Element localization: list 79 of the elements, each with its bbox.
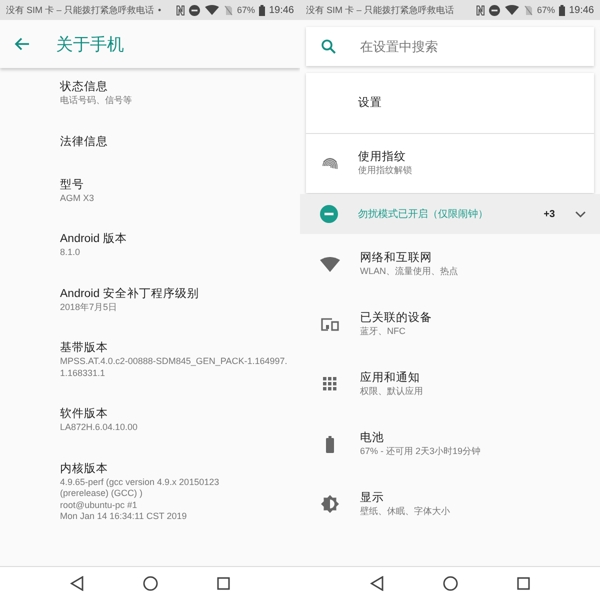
devices-icon [320, 318, 340, 330]
recents-icon[interactable] [517, 577, 530, 590]
settings-item[interactable]: 状态信息 电话号码、信号等 [0, 68, 300, 120]
item-title: Android 安全补丁程序级别 [60, 286, 200, 302]
status-text: 没有 SIM 卡 – 只能拨打紧急呼救电话 [306, 4, 454, 16]
battery-percent: 67% [236, 5, 255, 15]
category-title: 网络和互联网 [360, 250, 433, 266]
notification-dot: • [158, 5, 162, 15]
no-sim-icon [224, 4, 233, 16]
wifi-icon [320, 256, 340, 272]
status-time: 19:46 [268, 4, 294, 16]
apps-icon [323, 377, 337, 391]
item-subtitle: MPSS.AT.4.0.c2-00888-SDM845_GEN_PACK-1.164997.1.168331.1 [60, 356, 288, 379]
item-subtitle: 4.9.65-perf (gcc version 4.9.x 20150123 (prerelease) (GCC) ) root@ubuntu-pc #1 Mon Jan 14 16:34:11 CST 2019 [60, 476, 220, 522]
settings-category[interactable]: 电池 67% - 还可用 2天3小时19分钟 [300, 414, 600, 474]
condition-bar[interactable]: 勿扰模式已开启（仅限闹钟） +3 [300, 194, 600, 234]
brightness-icon [321, 495, 339, 513]
settings-item[interactable]: 型号 AGM X3 [0, 164, 300, 218]
back-icon[interactable] [370, 576, 384, 591]
wifi-icon [204, 4, 220, 16]
condition-count: +3 [544, 208, 555, 220]
item-subtitle: 2018年7月5日 [60, 302, 118, 313]
item-title: 内核版本 [60, 462, 109, 476]
settings-item[interactable]: 基带版本 MPSS.AT.4.0.c2-00888-SDM845_GEN_PACK-1.164997.1.168331.1 [0, 327, 300, 393]
item-title: Android 版本 [60, 232, 128, 247]
no-sim-icon [524, 4, 533, 16]
item-title: 软件版本 [60, 407, 109, 422]
search-field[interactable]: 在设置中搜索 [306, 27, 594, 66]
item-title: 型号 [60, 178, 85, 192]
status-time: 19:46 [568, 4, 594, 16]
condition-text: 勿扰模式已开启（仅限闹钟） [358, 208, 489, 221]
settings-category[interactable]: 已关联的设备 蓝牙、NFC [300, 294, 600, 354]
category-subtitle: WLAN、流量使用、热点 [360, 266, 458, 278]
item-subtitle: LA872H.6.04.10.00 [60, 422, 139, 434]
category-subtitle: 蓝牙、NFC [360, 326, 406, 338]
do-not-disturb-icon [488, 4, 500, 16]
category-title: 应用和通知 [360, 370, 421, 386]
item-title: 状态信息 [60, 80, 109, 95]
category-subtitle: 权限、默认应用 [360, 386, 423, 398]
page-title: 关于手机 [56, 34, 124, 56]
battery-icon [258, 4, 265, 16]
settings-item[interactable]: 内核版本 4.9.65-perf (gcc version 4.9.x 20150123 (prerelease) (GCC) ) root@ubuntu-pc #1 Mon Jan 14 16:34:11 CST 2019 [0, 448, 300, 536]
suggestion-title[interactable]: 设置 [358, 96, 382, 110]
home-icon[interactable] [142, 576, 158, 591]
battery-icon [326, 436, 334, 452]
settings-category[interactable]: 显示 壁纸、休眠、字体大小 [300, 474, 600, 534]
home-icon[interactable] [442, 576, 458, 591]
item-subtitle: 电话号码、信号等 [60, 95, 133, 106]
item-subtitle: AGM X3 [60, 192, 96, 204]
search-icon [321, 39, 336, 54]
back-arrow-icon[interactable] [14, 37, 30, 51]
search-input[interactable]: 在设置中搜索 [358, 38, 558, 55]
nfc-icon [176, 4, 185, 16]
settings-item[interactable]: Android 版本 8.1.0 [0, 218, 300, 272]
settings-item[interactable]: 软件版本 LA872H.6.04.10.00 [0, 393, 300, 448]
recents-icon[interactable] [217, 577, 230, 590]
category-subtitle: 67% - 还可用 2天3小时19分钟 [360, 446, 481, 458]
do-not-disturb-icon [320, 205, 338, 223]
wifi-icon [504, 4, 520, 16]
item-title: 基带版本 [60, 341, 109, 356]
do-not-disturb-icon [188, 4, 200, 16]
suggestion-title[interactable]: 使用指纹 [358, 150, 412, 166]
category-title: 显示 [360, 490, 385, 506]
category-title: 电池 [360, 430, 385, 446]
settings-category[interactable]: 网络和互联网 WLAN、流量使用、热点 [300, 234, 600, 294]
settings-item[interactable]: 法律信息 [0, 120, 300, 164]
suggestion-subtitle: 使用指纹解锁 [358, 165, 412, 177]
settings-category[interactable]: 应用和通知 权限、默认应用 [300, 354, 600, 414]
chevron-down-icon[interactable] [575, 210, 586, 218]
battery-percent: 67% [536, 5, 555, 15]
item-subtitle: 8.1.0 [60, 247, 82, 258]
back-icon[interactable] [70, 576, 84, 591]
nfc-icon [476, 4, 485, 16]
settings-item[interactable]: Android 安全补丁程序级别 2018年7月5日 [0, 272, 300, 327]
category-title: 已关联的设备 [360, 310, 432, 326]
status-text: 没有 SIM 卡 – 只能拨打紧急呼救电话 [6, 4, 154, 16]
category-subtitle: 壁纸、休眠、字体大小 [360, 506, 450, 518]
item-title: 法律信息 [60, 134, 109, 150]
battery-icon [558, 4, 565, 16]
